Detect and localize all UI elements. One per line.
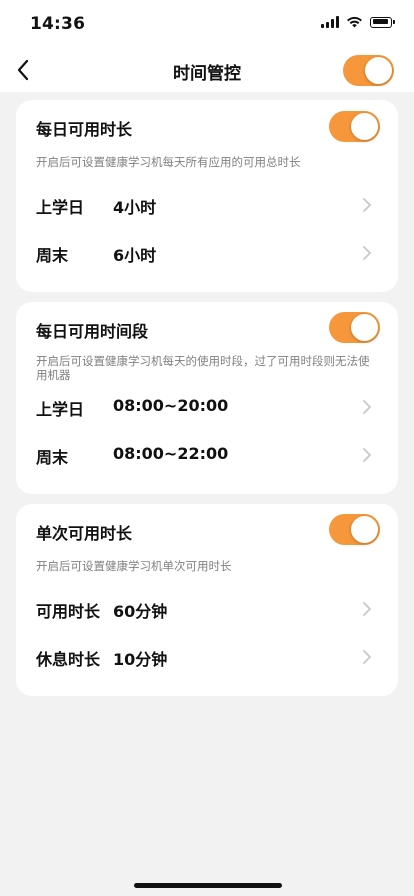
section-daily-duration: 每日可用时长 开启后可设置健康学习机每天所有应用的可用总时长 上学日 4小时 周… (16, 100, 398, 292)
row-available-duration[interactable]: 可用时长 60分钟 (16, 588, 398, 628)
section-daily-time-period: 每日可用时间段 开启后可设置健康学习机每天的使用时段，过了可用时段则无法使用机器… (16, 302, 398, 494)
single-session-toggle[interactable] (329, 514, 380, 545)
toggle-knob (351, 314, 378, 341)
row-value: 4小时 (113, 198, 157, 217)
row-value: 10分钟 (113, 650, 168, 669)
cellular-signal-icon (321, 16, 339, 28)
row-school-day[interactable]: 上学日 4小时 (16, 184, 398, 224)
row-school-day[interactable]: 上学日 08:00~20:00 (16, 386, 398, 426)
section-description: 开启后可设置健康学习机每天的使用时段，过了可用时段则无法使用机器 (36, 354, 370, 382)
home-indicator[interactable] (134, 883, 282, 888)
section-title: 每日可用时长 (36, 120, 133, 139)
row-label: 休息时长 (36, 650, 101, 669)
chevron-right-icon (363, 650, 371, 664)
section-title: 单次可用时长 (36, 524, 133, 543)
daily-time-period-toggle[interactable] (329, 312, 380, 343)
daily-duration-toggle[interactable] (329, 111, 380, 142)
chevron-right-icon (363, 602, 371, 616)
row-value: 08:00~22:00 (113, 444, 229, 463)
toggle-knob (351, 113, 378, 140)
toggle-knob (365, 57, 392, 84)
row-label: 周末 (36, 246, 69, 265)
wifi-icon (347, 16, 362, 28)
chevron-right-icon (363, 400, 371, 414)
section-description: 开启后可设置健康学习机每天所有应用的可用总时长 (36, 155, 301, 169)
row-weekend[interactable]: 周末 08:00~22:00 (16, 434, 398, 474)
chevron-right-icon (363, 448, 371, 462)
master-toggle[interactable] (343, 55, 394, 86)
row-value: 60分钟 (113, 602, 168, 621)
row-weekend[interactable]: 周末 6小时 (16, 232, 398, 272)
chevron-right-icon (363, 198, 371, 212)
status-bar: 14:36 (0, 0, 414, 48)
toggle-knob (351, 516, 378, 543)
row-label: 周末 (36, 448, 69, 467)
row-label: 上学日 (36, 400, 85, 419)
row-rest-duration[interactable]: 休息时长 10分钟 (16, 636, 398, 676)
row-value: 6小时 (113, 246, 157, 265)
section-description: 开启后可设置健康学习机单次可用时长 (36, 559, 232, 573)
section-title: 每日可用时间段 (36, 322, 149, 341)
chevron-right-icon (363, 246, 371, 260)
battery-icon (370, 16, 395, 28)
nav-bar: 时间管控 (0, 48, 414, 92)
row-label: 可用时长 (36, 602, 101, 621)
row-value: 08:00~20:00 (113, 396, 229, 415)
section-single-session: 单次可用时长 开启后可设置健康学习机单次可用时长 可用时长 60分钟 休息时长 … (16, 504, 398, 696)
status-time: 14:36 (30, 14, 86, 34)
status-icons (321, 16, 395, 28)
row-label: 上学日 (36, 198, 85, 217)
